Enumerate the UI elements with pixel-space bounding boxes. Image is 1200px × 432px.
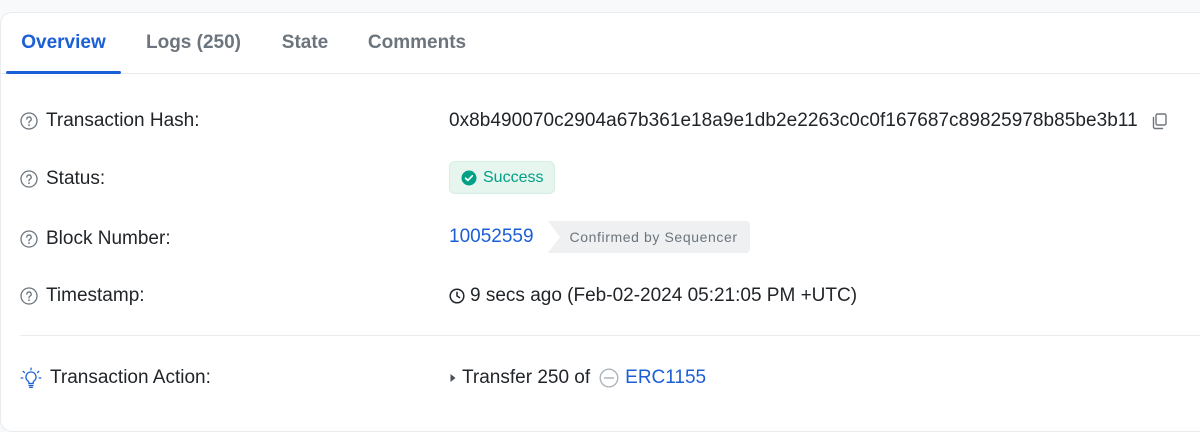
question-circle-icon[interactable] — [20, 170, 38, 188]
action-label-group: Transaction Action: — [20, 367, 211, 389]
confirmation-tag: Confirmed by Sequencer — [547, 221, 750, 253]
action-label: Transaction Action: — [50, 367, 211, 388]
tab-comments[interactable]: Comments — [354, 12, 480, 74]
tab-overview[interactable]: Overview — [6, 12, 121, 74]
tab-bar: Overview Logs (250) State Comments — [0, 12, 1200, 74]
clock-icon — [449, 288, 465, 304]
token-link[interactable]: ERC1155 — [625, 367, 706, 389]
tx-hash-value-group: 0x8b490070c2904a67b361e18a9e1db2e2263c0c… — [449, 110, 1168, 132]
timestamp-label-group: Timestamp: — [20, 285, 145, 307]
token-placeholder-icon — [599, 368, 619, 388]
question-circle-icon[interactable] — [20, 112, 38, 130]
status-text: Success — [483, 168, 544, 186]
tab-state[interactable]: State — [266, 12, 344, 74]
action-text: Transfer 250 of — [462, 367, 591, 388]
tx-hash-label-group: Transaction Hash: — [20, 110, 199, 132]
status-value-group: Success — [449, 161, 556, 194]
section-divider — [20, 335, 1200, 336]
block-value-group: 10052559 Confirmed by Sequencer — [449, 221, 750, 253]
lightbulb-icon — [20, 367, 42, 388]
question-circle-icon[interactable] — [20, 287, 38, 305]
tab-logs[interactable]: Logs (250) — [131, 12, 256, 74]
status-badge: Success — [449, 161, 556, 194]
timestamp-value-group: 9 secs ago (Feb-02-2024 05:21:05 PM +UTC… — [449, 285, 857, 307]
status-label: Status: — [46, 168, 106, 189]
block-label-group: Block Number: — [20, 228, 171, 250]
caret-right-icon — [450, 374, 456, 382]
active-tab-indicator — [6, 71, 121, 74]
status-label-group: Status: — [20, 168, 105, 190]
block-label: Block Number: — [46, 228, 171, 249]
timestamp-label: Timestamp: — [46, 285, 145, 306]
tx-hash-value: 0x8b490070c2904a67b361e18a9e1db2e2263c0c… — [449, 110, 1138, 131]
block-number-link[interactable]: 10052559 — [449, 226, 534, 248]
action-value-group: Transfer 250 of ERC1155 — [449, 367, 706, 389]
copy-icon[interactable] — [1150, 112, 1168, 130]
check-circle-icon — [461, 170, 477, 185]
question-circle-icon[interactable] — [20, 230, 38, 248]
timestamp-value: 9 secs ago (Feb-02-2024 05:21:05 PM +UTC… — [470, 285, 858, 306]
tx-hash-label: Transaction Hash: — [46, 110, 200, 131]
